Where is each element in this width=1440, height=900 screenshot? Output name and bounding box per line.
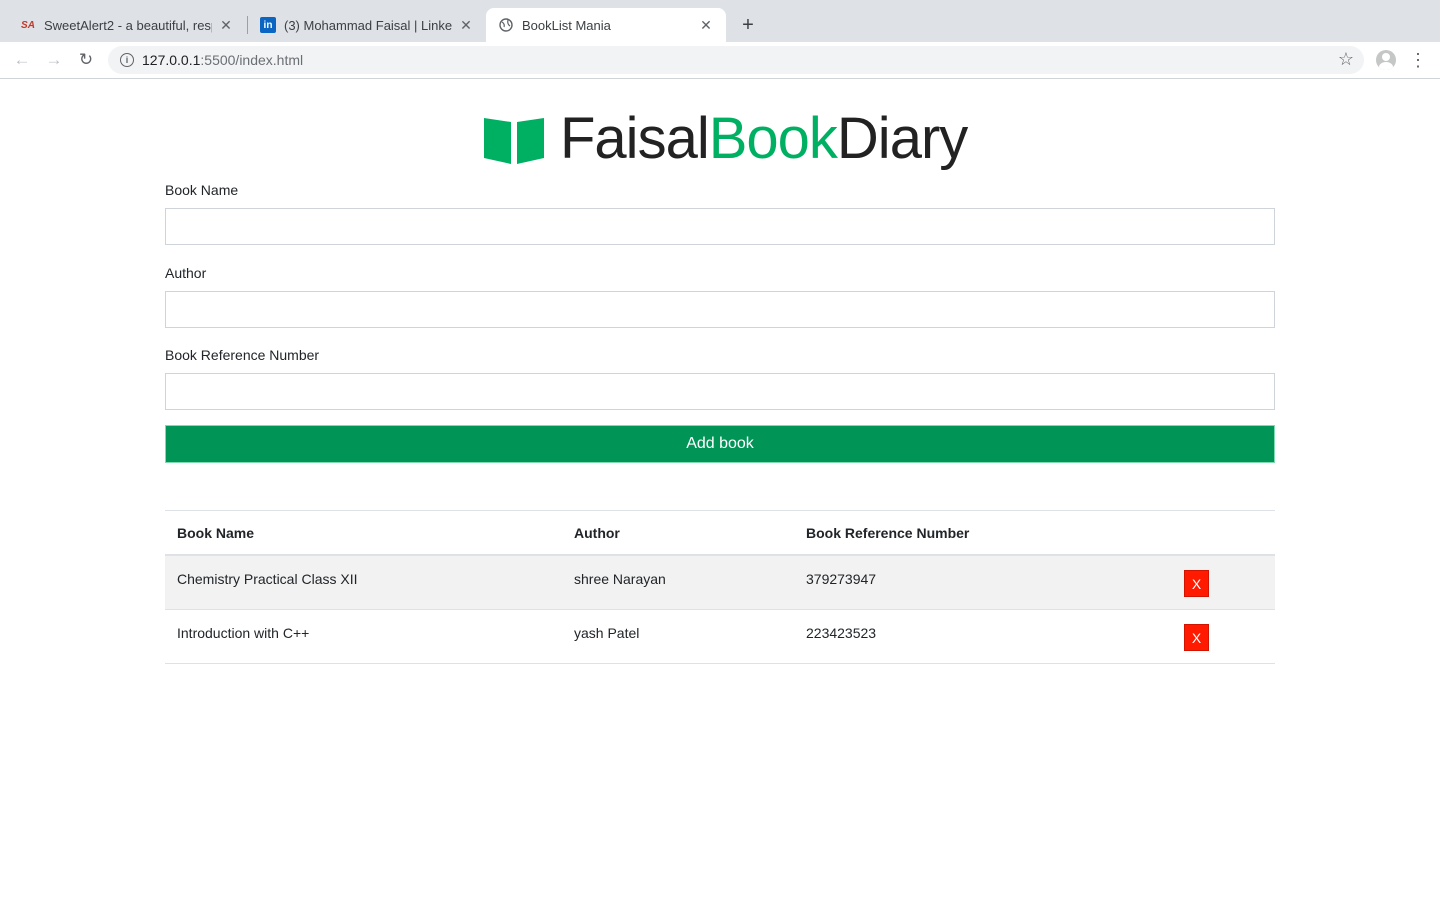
cell-book-name: Chemistry Practical Class XII <box>177 571 358 587</box>
book-name-label: Book Name <box>165 182 239 198</box>
address-bar[interactable]: i 127.0.0.1:5500/index.html ☆ <box>108 46 1364 74</box>
forward-arrow-icon[interactable]: → <box>42 48 66 72</box>
ref-number-input[interactable] <box>165 373 1275 410</box>
book-name-input[interactable] <box>165 208 1275 245</box>
author-input[interactable] <box>165 291 1275 328</box>
cell-author: yash Patel <box>574 625 640 641</box>
browser-toolbar: ← → ↻ i 127.0.0.1:5500/index.html ☆ ⋮ <box>0 42 1440 79</box>
header-book-name: Book Name <box>177 525 255 541</box>
new-tab-button[interactable]: + <box>736 13 760 37</box>
ref-number-label: Book Reference Number <box>165 347 320 363</box>
tab-title: BookList Mania <box>522 17 611 33</box>
delete-button[interactable]: X <box>1184 570 1209 597</box>
book-table: Book Name Author Book Reference Number C… <box>165 510 1275 664</box>
book-icon <box>484 118 544 164</box>
cell-book-name: Introduction with C++ <box>177 625 310 641</box>
tab-booklist[interactable]: BookList Mania ✕ <box>486 8 726 42</box>
add-book-button[interactable]: Add book <box>165 425 1275 463</box>
globe-icon <box>498 17 514 33</box>
profile-avatar-icon[interactable] <box>1376 50 1396 70</box>
close-icon[interactable]: ✕ <box>458 17 474 33</box>
table-header: Book Name Author Book Reference Number <box>165 511 1275 556</box>
more-menu-icon[interactable]: ⋮ <box>1409 48 1427 72</box>
author-label: Author <box>165 265 207 281</box>
reload-icon[interactable]: ↻ <box>74 48 98 72</box>
brand-logo: FaisalBookDiary <box>482 104 968 174</box>
tab-sweetalert[interactable]: SA SweetAlert2 - a beautiful, resp ✕ <box>8 8 246 42</box>
tab-linkedin[interactable]: in (3) Mohammad Faisal | Linkedl ✕ <box>248 8 486 42</box>
tab-title: (3) Mohammad Faisal | Linkedl <box>284 17 452 33</box>
close-icon[interactable]: ✕ <box>218 17 234 33</box>
table-row: Chemistry Practical Class XII shree Nara… <box>165 556 1275 610</box>
back-arrow-icon[interactable]: ← <box>10 48 34 72</box>
brand-title: FaisalBookDiary <box>560 106 968 171</box>
info-icon[interactable]: i <box>120 53 134 67</box>
linkedin-icon: in <box>260 17 276 33</box>
sweetalert-icon: SA <box>21 19 35 31</box>
cell-ref-number: 379273947 <box>806 571 877 587</box>
header-ref-number: Book Reference Number <box>806 525 970 541</box>
close-icon[interactable]: ✕ <box>698 17 714 33</box>
cell-ref-number: 223423523 <box>806 625 877 641</box>
star-icon[interactable]: ☆ <box>1338 49 1354 70</box>
table-row: Introduction with C++ yash Patel 2234235… <box>165 610 1275 664</box>
url-host: 127.0.0.1 <box>142 52 201 68</box>
header-author: Author <box>574 525 620 541</box>
url-path: :5500/index.html <box>200 52 304 68</box>
delete-button[interactable]: X <box>1184 624 1209 651</box>
cell-author: shree Narayan <box>574 571 666 587</box>
tab-title: SweetAlert2 - a beautiful, resp <box>44 17 212 33</box>
tab-strip: SA SweetAlert2 - a beautiful, resp ✕ in … <box>0 0 1440 42</box>
